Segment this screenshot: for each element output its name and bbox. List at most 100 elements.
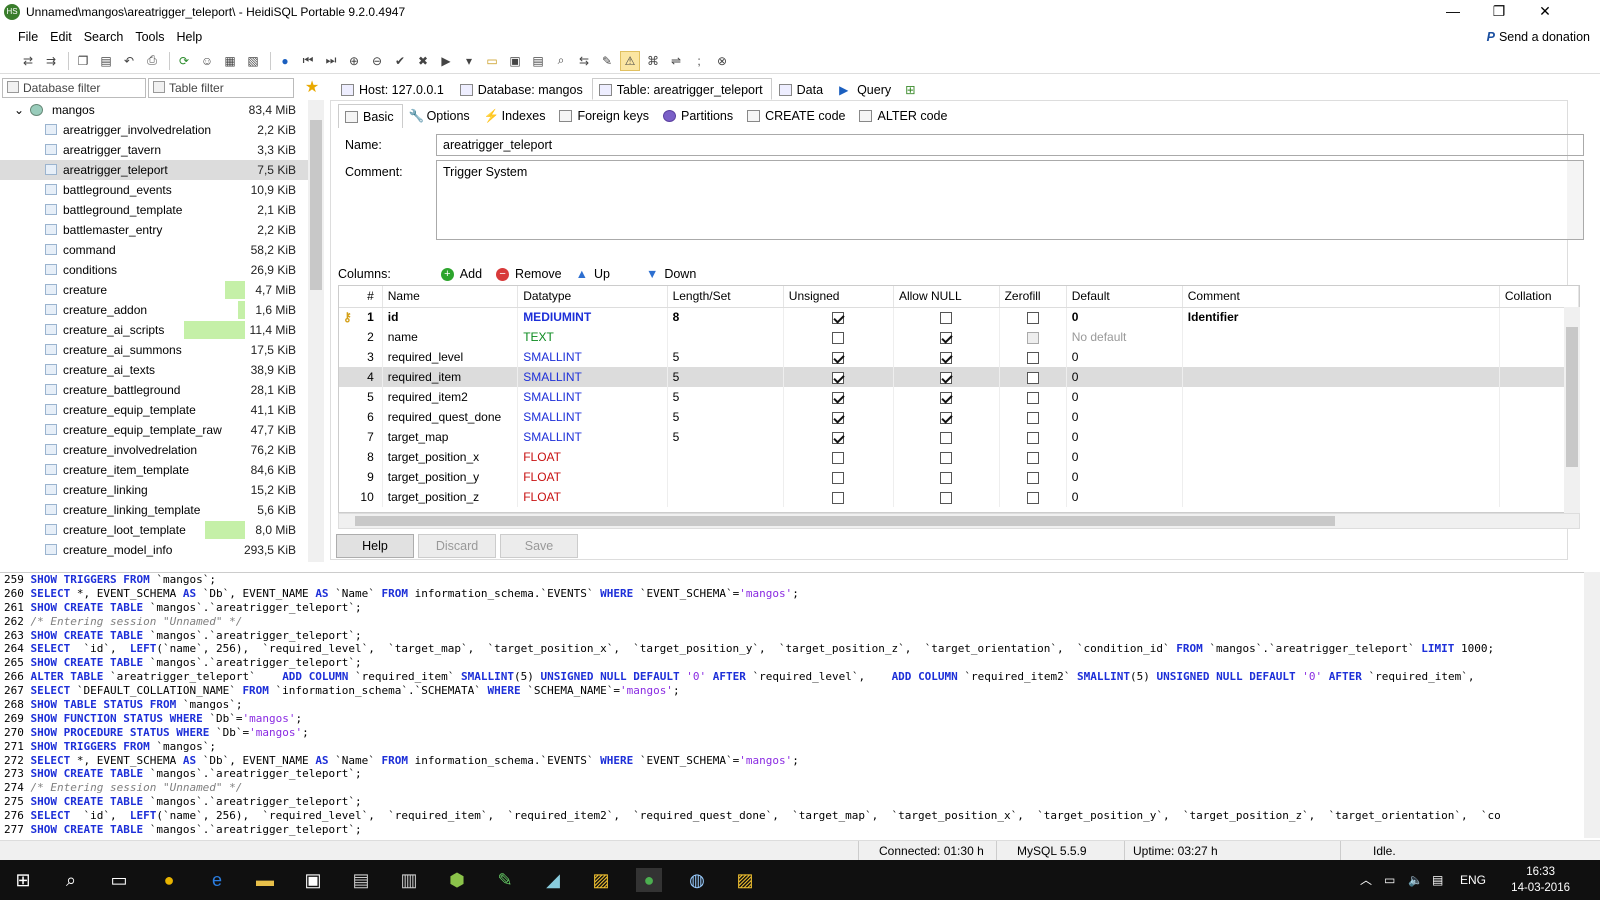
first-record-icon[interactable]: ⏮ [298,51,318,71]
tree-table-item[interactable]: creature_loot_template 8,0 MiB [0,520,308,540]
length-cell[interactable] [667,467,784,487]
datatype-cell[interactable]: TEXT [517,327,668,347]
datatype-cell[interactable]: SMALLINT [517,347,668,367]
default-cell[interactable]: No default [1066,327,1183,347]
comment-cell[interactable] [1182,327,1500,347]
tab-query[interactable]: ▶ Query [832,78,900,100]
subtab-indexes[interactable]: ⚡ Indexes [478,104,554,128]
save-snippet-icon[interactable]: ▤ [528,51,548,71]
find-icon[interactable]: ⌕ [551,51,571,71]
subtab-partitions[interactable]: Partitions [657,104,741,128]
collapse-icon[interactable]: ⌄ [14,100,24,120]
column-name-cell[interactable]: target_position_x [382,447,519,467]
paste-icon[interactable]: ▤ [96,51,116,71]
grid-row[interactable]: 10 target_position_z FLOAT 0 [339,487,1579,507]
tree-table-item[interactable]: creature 4,7 MiB [0,280,308,300]
semicolon-icon[interactable]: ; [689,51,709,71]
tab-data[interactable]: Data [772,78,832,100]
default-cell[interactable]: 0 [1066,447,1183,467]
allow-null-checkbox[interactable] [940,471,953,484]
zerofill-checkbox[interactable] [1026,471,1039,484]
grid-header-cell[interactable]: Datatype [517,286,668,308]
language-indicator[interactable]: ENG [1460,860,1486,900]
allow-null-checkbox[interactable] [940,391,953,404]
refresh-icon[interactable]: ⟳ [174,51,194,71]
unsigned-checkbox[interactable] [832,331,845,344]
grid-row[interactable]: ⚷ 1 id MEDIUMINT 8 0 Identifier [339,307,1579,327]
grid-row[interactable]: 7 target_map SMALLINT 5 0 [339,427,1579,447]
column-name-cell[interactable]: required_quest_done [382,407,519,427]
zerofill-checkbox[interactable] [1026,451,1039,464]
comment-cell[interactable] [1182,367,1500,387]
print-icon[interactable]: ⎙ [142,51,162,71]
tree-table-item[interactable]: creature_equip_template 41,1 KiB [0,400,308,420]
tree-scrollbar[interactable] [308,100,324,562]
zerofill-checkbox[interactable] [1026,331,1039,344]
sql-log-scrollbar[interactable] [1584,572,1600,838]
edit-icon[interactable]: ✎ [597,51,617,71]
tree-table-item[interactable]: creature_involvedrelation 76,2 KiB [0,440,308,460]
comment-scrollbar[interactable] [1567,161,1583,239]
allow-null-checkbox[interactable] [940,431,953,444]
grid-header-cell[interactable]: Unsigned [783,286,894,308]
tree-table-item[interactable]: creature_ai_texts 38,9 KiB [0,360,308,380]
warning-icon[interactable]: ⚠ [620,50,640,71]
length-cell[interactable]: 5 [667,387,784,407]
task-view-icon[interactable]: ▭ [106,868,132,892]
default-cell[interactable]: 0 [1066,347,1183,367]
allow-null-checkbox[interactable] [940,351,953,364]
app-window-icon[interactable]: ▥ [396,868,422,892]
length-cell[interactable]: 5 [667,427,784,447]
stop-icon[interactable]: ⊗ [712,51,732,71]
datatype-cell[interactable]: FLOAT [517,467,668,487]
save-file-icon[interactable]: ▣ [505,51,525,71]
unsigned-checkbox[interactable] [832,391,845,404]
tree-table-item[interactable]: areatrigger_teleport 7,5 KiB [0,160,308,180]
column-name-cell[interactable]: target_position_y [382,467,519,487]
tree-table-item[interactable]: command 58,2 KiB [0,240,308,260]
format-sql-icon[interactable]: ⌘ [643,51,663,71]
clock[interactable]: 16:33 14-03-2016 [1511,864,1570,896]
table-name-input[interactable]: areatrigger_teleport [436,134,1584,156]
column-name-cell[interactable]: target_map [382,427,519,447]
length-cell[interactable]: 8 [667,307,784,327]
tree-table-item[interactable]: creature_equip_template_raw 47,7 KiB [0,420,308,440]
edge-icon[interactable]: e [204,868,230,892]
help-icon[interactable]: ● [275,51,295,71]
sql-log[interactable]: 259 SHOW TRIGGERS FROM `mangos`; 260 SELE… [0,572,1584,838]
tab-table[interactable]: Table: areatrigger_teleport [591,78,772,100]
delete-record-icon[interactable]: ⊖ [367,51,387,71]
grid-row[interactable]: 6 required_quest_done SMALLINT 5 0 [339,407,1579,427]
default-cell[interactable]: 0 [1066,427,1183,447]
length-cell[interactable] [667,327,784,347]
unsigned-checkbox[interactable] [832,471,845,484]
copy-icon[interactable]: ❐ [73,51,93,71]
length-cell[interactable]: 5 [667,347,784,367]
columns-grid[interactable]: # Name Datatype Length/Set Unsigned Allow NUL… [338,285,1580,513]
zerofill-checkbox[interactable] [1026,371,1039,384]
connect-icon[interactable]: ⇄ [18,51,38,71]
run-dropdown-icon[interactable]: ▾ [459,51,479,71]
column-name-cell[interactable]: required_item2 [382,387,519,407]
comment-cell[interactable] [1182,487,1500,507]
unsigned-checkbox[interactable] [832,411,845,424]
remove-column-button[interactable]: − Remove [496,267,562,281]
grid-header-cell[interactable]: # [339,286,383,308]
unsigned-checkbox[interactable] [832,312,845,325]
zerofill-checkbox[interactable] [1026,491,1039,504]
comment-cell[interactable] [1182,407,1500,427]
tree-table-item[interactable]: creature_model_info 293,5 KiB [0,540,308,560]
menu-search[interactable]: Search [78,30,130,44]
default-cell[interactable]: 0 [1066,467,1183,487]
tree-table-item[interactable]: creature_linking_template 5,6 KiB [0,500,308,520]
default-cell[interactable]: 0 [1066,407,1183,427]
maximize-button[interactable]: ❐ [1476,0,1522,24]
tree-table-item[interactable]: conditions 26,9 KiB [0,260,308,280]
grid-header-cell[interactable]: Length/Set [667,286,784,308]
datatype-cell[interactable]: FLOAT [517,447,668,467]
column-name-cell[interactable]: name [382,327,519,347]
menu-help[interactable]: Help [171,30,209,44]
allow-null-checkbox[interactable] [940,331,953,344]
unsigned-checkbox[interactable] [832,431,845,444]
grid-horizontal-scrollbar[interactable] [338,513,1580,529]
